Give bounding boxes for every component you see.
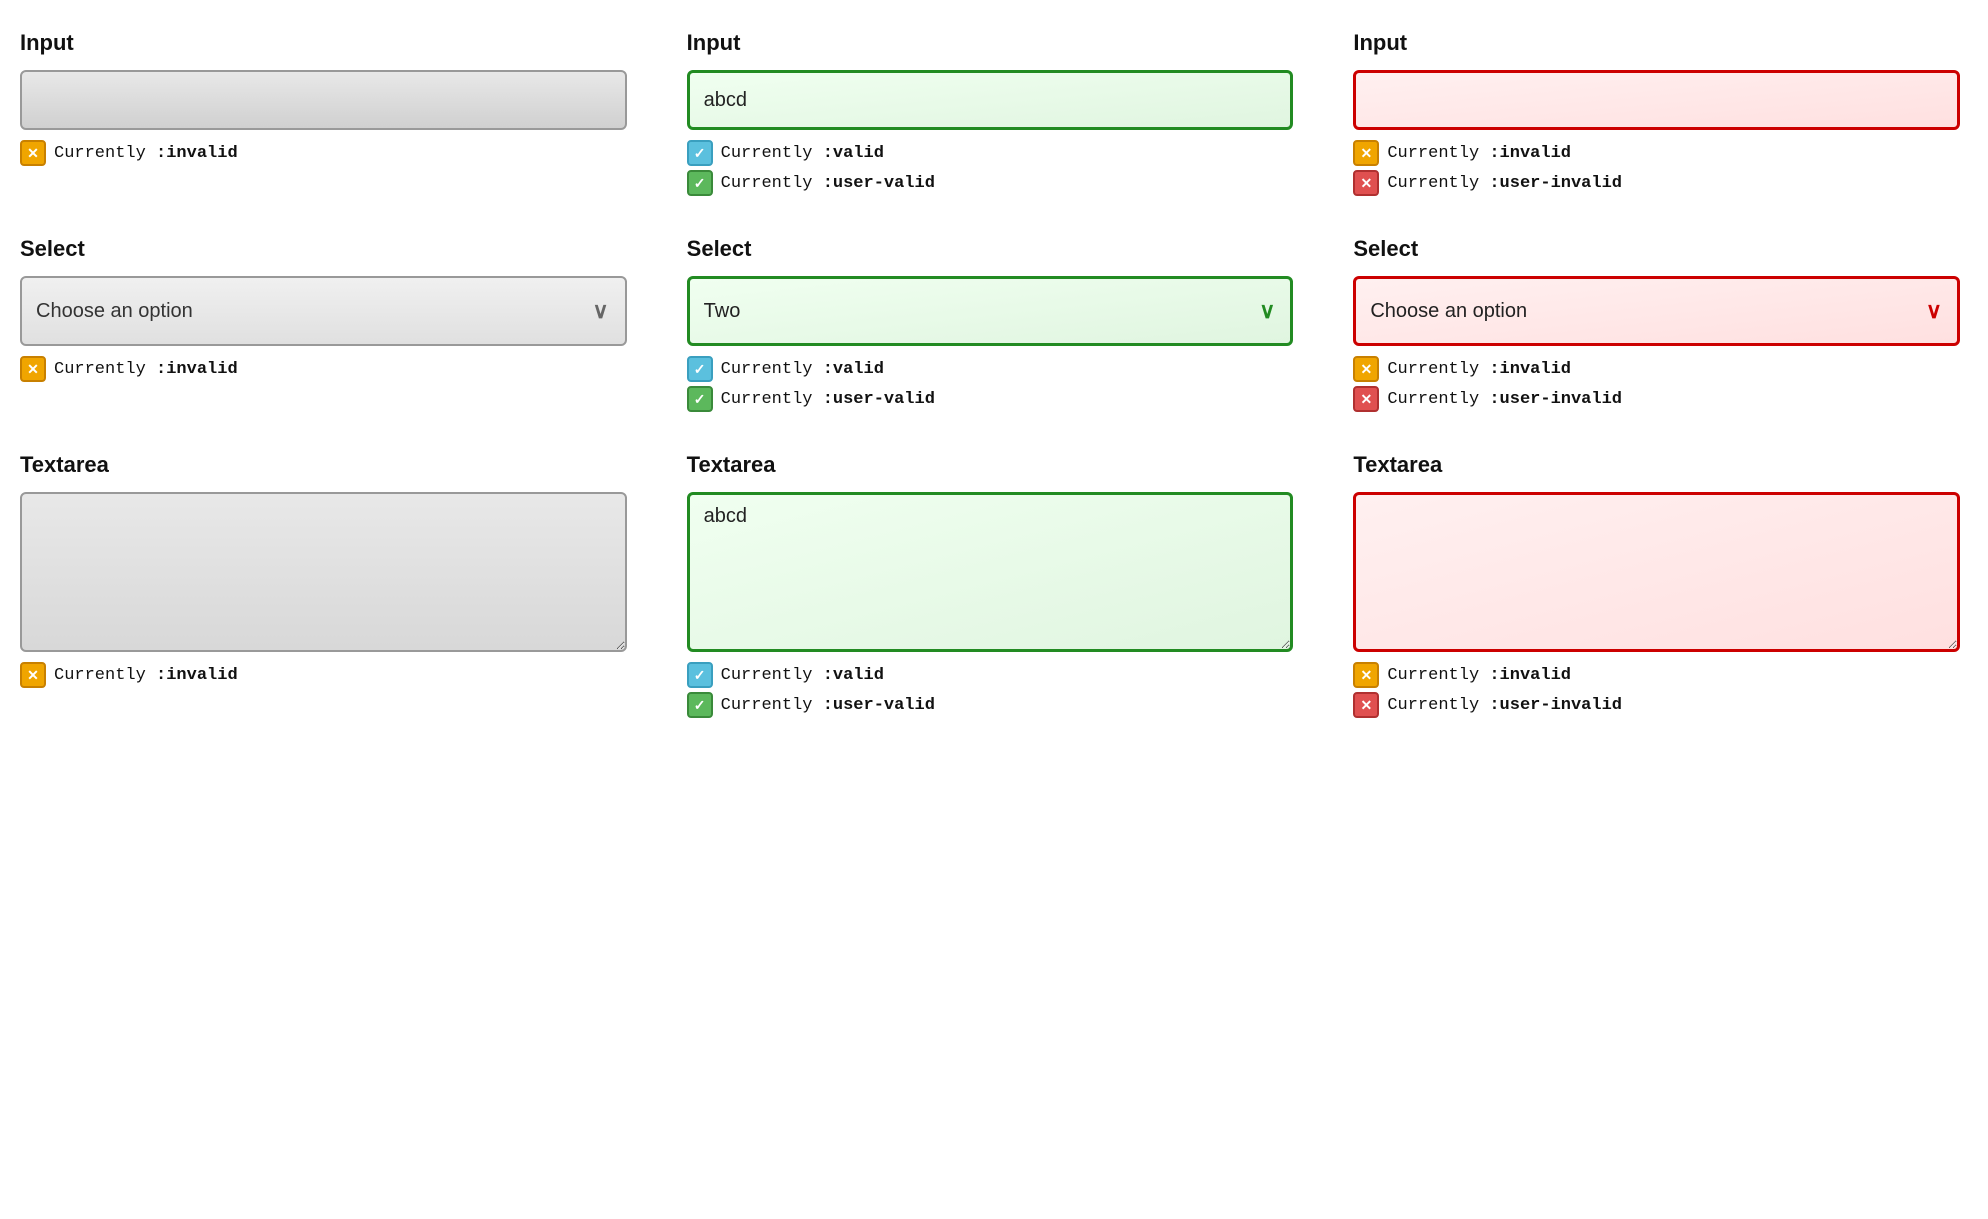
select-field-col-valid[interactable]: Choose an optionOneTwoThree xyxy=(687,276,1294,346)
select-label-col-neutral: Select xyxy=(20,236,627,262)
status-item-0: ✓ Currently :valid xyxy=(687,662,1294,688)
status-icon-blue-check: ✓ xyxy=(687,356,713,382)
status-list-input-col-valid: ✓ Currently :valid ✓ Currently :user-valid xyxy=(687,140,1294,196)
textarea-field-col-valid[interactable] xyxy=(687,492,1294,652)
status-icon-orange-x: ✕ xyxy=(1353,356,1379,382)
status-list-select-col-neutral: ✕ Currently :invalid xyxy=(20,356,627,382)
select-field-col-invalid[interactable]: Choose an optionOneTwoThree xyxy=(1353,276,1960,346)
status-text: Currently :user-valid xyxy=(721,174,935,193)
input-field-col-neutral[interactable] xyxy=(20,70,627,130)
status-icon-orange-x: ✕ xyxy=(1353,140,1379,166)
textarea-label-col-invalid: Textarea xyxy=(1353,452,1960,478)
cell-textarea-col-valid: Textarea ✓ Currently :valid ✓ Currently :use… xyxy=(687,452,1294,718)
status-text: Currently :invalid xyxy=(1387,666,1571,685)
select-wrapper-col-neutral: Choose an optionOneTwoThree∨ xyxy=(20,276,627,346)
status-item-1: ✕ Currently :user-invalid xyxy=(1353,170,1960,196)
input-label-col-invalid: Input xyxy=(1353,30,1960,56)
status-list-select-col-invalid: ✕ Currently :invalid ✕ Currently :user-inva… xyxy=(1353,356,1960,412)
status-text: Currently :invalid xyxy=(54,144,238,163)
status-text: Currently :invalid xyxy=(1387,144,1571,163)
status-list-select-col-valid: ✓ Currently :valid ✓ Currently :user-valid xyxy=(687,356,1294,412)
select-label-col-invalid: Select xyxy=(1353,236,1960,262)
status-text: Currently :invalid xyxy=(1387,360,1571,379)
textarea-field-col-invalid[interactable] xyxy=(1353,492,1960,652)
status-item-0: ✕ Currently :invalid xyxy=(20,356,627,382)
status-text: Currently :invalid xyxy=(54,666,238,685)
status-item-1: ✕ Currently :user-invalid xyxy=(1353,386,1960,412)
select-field-col-neutral[interactable]: Choose an optionOneTwoThree xyxy=(20,276,627,346)
input-field-col-valid[interactable] xyxy=(687,70,1294,130)
status-item-1: ✓ Currently :user-valid xyxy=(687,692,1294,718)
status-icon-green-check: ✓ xyxy=(687,386,713,412)
textarea-field-col-neutral[interactable] xyxy=(20,492,627,652)
input-field-col-invalid[interactable] xyxy=(1353,70,1960,130)
select-wrapper-col-invalid: Choose an optionOneTwoThree∨ xyxy=(1353,276,1960,346)
main-grid: Input ✕ Currently :invalid Input ✓ Currently … xyxy=(20,30,1960,718)
status-icon-orange-x: ✕ xyxy=(20,356,46,382)
status-item-0: ✓ Currently :valid xyxy=(687,140,1294,166)
cell-textarea-col-invalid: Textarea ✕ Currently :invalid ✕ Currently :u… xyxy=(1353,452,1960,718)
select-label-col-valid: Select xyxy=(687,236,1294,262)
cell-select-col-invalid: Select Choose an optionOneTwoThree∨ ✕ Curre… xyxy=(1353,236,1960,412)
cell-textarea-col-neutral: Textarea ✕ Currently :invalid xyxy=(20,452,627,718)
status-item-1: ✓ Currently :user-valid xyxy=(687,170,1294,196)
select-wrapper-col-valid: Choose an optionOneTwoThree∨ xyxy=(687,276,1294,346)
status-list-textarea-col-valid: ✓ Currently :valid ✓ Currently :user-valid xyxy=(687,662,1294,718)
status-text: Currently :invalid xyxy=(54,360,238,379)
status-item-0: ✓ Currently :valid xyxy=(687,356,1294,382)
status-text: Currently :user-invalid xyxy=(1387,390,1622,409)
status-icon-green-check: ✓ xyxy=(687,692,713,718)
status-list-input-col-neutral: ✕ Currently :invalid xyxy=(20,140,627,166)
status-text: Currently :valid xyxy=(721,144,884,163)
cell-select-col-valid: Select Choose an optionOneTwoThree∨ ✓ Curre… xyxy=(687,236,1294,412)
status-item-0: ✕ Currently :invalid xyxy=(20,662,627,688)
status-item-0: ✕ Currently :invalid xyxy=(20,140,627,166)
status-icon-red-x: ✕ xyxy=(1353,170,1379,196)
status-item-0: ✕ Currently :invalid xyxy=(1353,356,1960,382)
textarea-label-col-valid: Textarea xyxy=(687,452,1294,478)
status-item-1: ✕ Currently :user-invalid xyxy=(1353,692,1960,718)
status-item-0: ✕ Currently :invalid xyxy=(1353,662,1960,688)
status-icon-orange-x: ✕ xyxy=(1353,662,1379,688)
status-icon-blue-check: ✓ xyxy=(687,140,713,166)
status-list-textarea-col-neutral: ✕ Currently :invalid xyxy=(20,662,627,688)
status-icon-blue-check: ✓ xyxy=(687,662,713,688)
cell-input-col-invalid: Input ✕ Currently :invalid ✕ Currently :user… xyxy=(1353,30,1960,196)
status-item-1: ✓ Currently :user-valid xyxy=(687,386,1294,412)
status-list-textarea-col-invalid: ✕ Currently :invalid ✕ Currently :user-inva… xyxy=(1353,662,1960,718)
cell-input-col-neutral: Input ✕ Currently :invalid xyxy=(20,30,627,196)
input-label-col-valid: Input xyxy=(687,30,1294,56)
status-icon-orange-x: ✕ xyxy=(20,662,46,688)
status-text: Currently :user-invalid xyxy=(1387,696,1622,715)
status-list-input-col-invalid: ✕ Currently :invalid ✕ Currently :user-inva… xyxy=(1353,140,1960,196)
cell-select-col-neutral: Select Choose an optionOneTwoThree∨ ✕ Curre… xyxy=(20,236,627,412)
status-text: Currently :valid xyxy=(721,360,884,379)
status-item-0: ✕ Currently :invalid xyxy=(1353,140,1960,166)
status-text: Currently :user-valid xyxy=(721,390,935,409)
status-icon-orange-x: ✕ xyxy=(20,140,46,166)
status-text: Currently :user-invalid xyxy=(1387,174,1622,193)
status-icon-red-x: ✕ xyxy=(1353,692,1379,718)
status-icon-red-x: ✕ xyxy=(1353,386,1379,412)
input-label-col-neutral: Input xyxy=(20,30,627,56)
textarea-label-col-neutral: Textarea xyxy=(20,452,627,478)
status-text: Currently :valid xyxy=(721,666,884,685)
cell-input-col-valid: Input ✓ Currently :valid ✓ Currently :user-v… xyxy=(687,30,1294,196)
status-icon-green-check: ✓ xyxy=(687,170,713,196)
status-text: Currently :user-valid xyxy=(721,696,935,715)
